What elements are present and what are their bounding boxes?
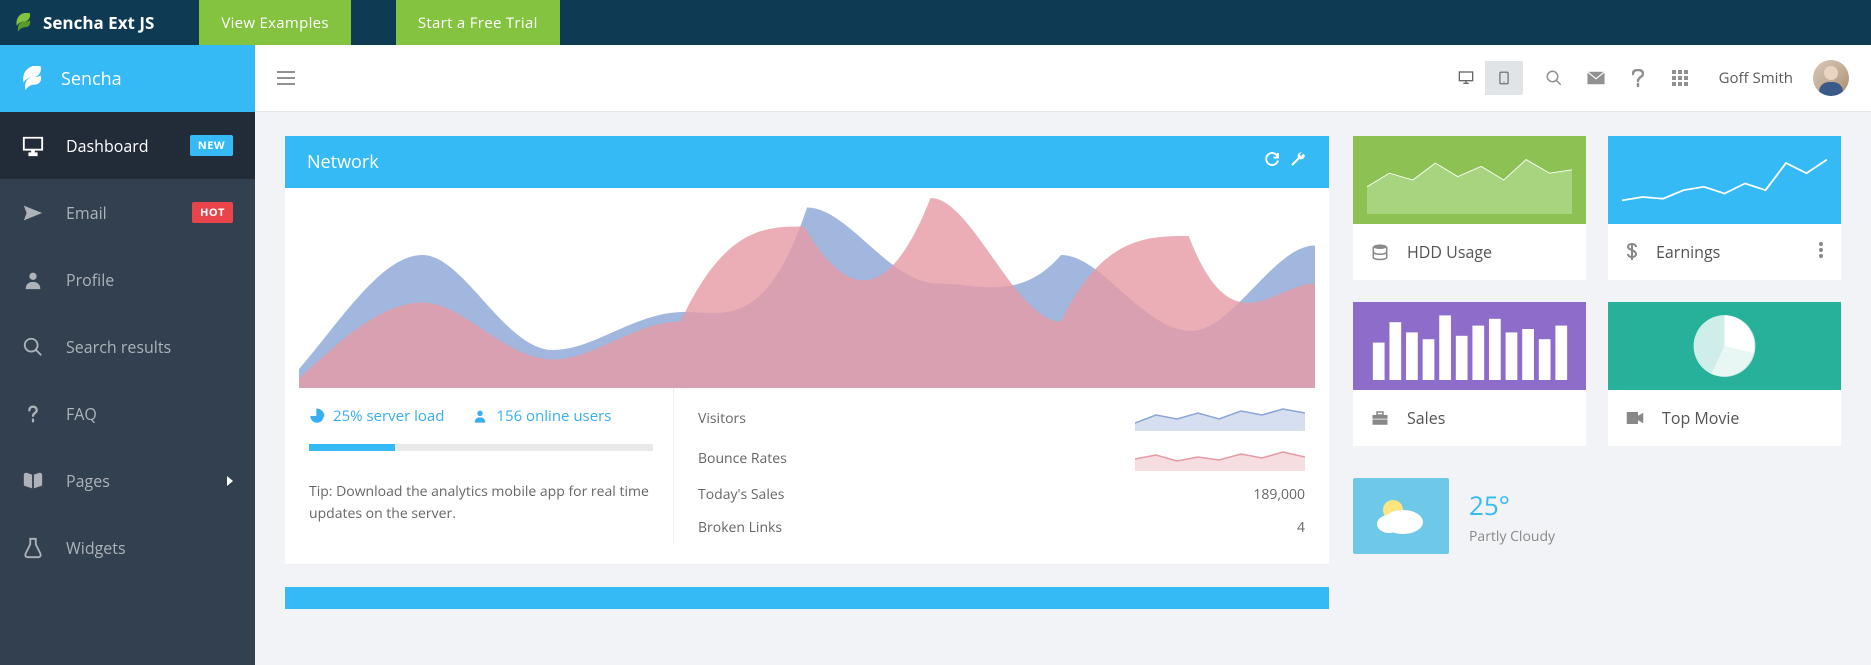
user-avatar[interactable] bbox=[1813, 60, 1849, 96]
mini-card-label: Sales bbox=[1407, 407, 1568, 429]
desktop-view-button[interactable] bbox=[1447, 61, 1485, 95]
topmovie-pie-chart bbox=[1622, 312, 1827, 380]
tip-text: Tip: Download the analytics mobile app f… bbox=[309, 481, 653, 526]
weather-temp: 25° bbox=[1469, 487, 1555, 523]
brand-logo: Sencha Ext JS bbox=[15, 11, 154, 34]
sidebar-item-label: FAQ bbox=[66, 403, 233, 425]
header-help-button[interactable] bbox=[1627, 69, 1649, 87]
user-icon bbox=[22, 269, 44, 291]
mini-card-label: Top Movie bbox=[1662, 407, 1823, 429]
partly-cloudy-icon bbox=[1373, 494, 1429, 538]
sidebar-item-search[interactable]: Search results bbox=[0, 313, 255, 380]
monitor-icon bbox=[22, 135, 44, 157]
mini-card-label: Earnings bbox=[1656, 241, 1801, 263]
dollar-icon bbox=[1626, 243, 1638, 261]
panel-title: Network bbox=[307, 150, 379, 174]
sidebar-item-label: Dashboard bbox=[66, 135, 168, 157]
header: Goff Smith bbox=[255, 45, 1871, 112]
server-load-progress bbox=[309, 444, 653, 451]
weather-icon-box bbox=[1353, 478, 1449, 554]
mini-card-label: HDD Usage bbox=[1407, 241, 1568, 263]
hdd-area-chart bbox=[1367, 146, 1572, 214]
start-trial-button[interactable]: Start a Free Trial bbox=[396, 0, 560, 45]
chevron-right-icon bbox=[227, 476, 233, 486]
sidebar-item-label: Profile bbox=[66, 269, 233, 291]
sidebar-brand-label: Sencha bbox=[61, 67, 122, 91]
badge-new: NEW bbox=[190, 135, 233, 156]
weather-widget: 25° Partly Cloudy bbox=[1353, 468, 1841, 564]
menu-toggle-button[interactable] bbox=[277, 71, 295, 85]
video-icon bbox=[1626, 411, 1644, 425]
earnings-card[interactable]: Earnings bbox=[1608, 136, 1841, 280]
book-icon bbox=[22, 470, 44, 492]
broken-links-row: Broken Links 4 bbox=[698, 511, 1305, 544]
sales-card[interactable]: Sales bbox=[1353, 302, 1586, 446]
earnings-line-chart bbox=[1622, 146, 1827, 214]
server-load: 25% server load bbox=[309, 406, 444, 426]
network-panel-header: Network bbox=[285, 136, 1329, 188]
header-apps-button[interactable] bbox=[1669, 70, 1691, 86]
search-icon bbox=[22, 336, 44, 358]
database-icon bbox=[1371, 243, 1389, 261]
header-search-button[interactable] bbox=[1543, 69, 1565, 87]
topbar: Sencha Ext JS View Examples Start a Free… bbox=[0, 0, 1871, 45]
tablet-icon bbox=[1497, 69, 1511, 87]
grid-icon bbox=[1672, 70, 1688, 86]
sidebar-item-widgets[interactable]: Widgets bbox=[0, 514, 255, 581]
online-users: 156 online users bbox=[472, 406, 611, 426]
desktop-icon bbox=[1457, 70, 1475, 86]
bounce-row: Bounce Rates bbox=[698, 438, 1305, 478]
search-icon bbox=[1545, 69, 1563, 87]
sales-bar-chart bbox=[1367, 312, 1572, 380]
network-panel: Network bbox=[285, 136, 1329, 565]
question-icon bbox=[1632, 69, 1644, 87]
username-label: Goff Smith bbox=[1719, 68, 1793, 88]
sidebar-item-label: Pages bbox=[66, 470, 205, 492]
header-mail-button[interactable] bbox=[1585, 71, 1607, 85]
sidebar-item-profile[interactable]: Profile bbox=[0, 246, 255, 313]
sencha-leaf-icon bbox=[20, 66, 46, 92]
pie-chart-icon bbox=[309, 408, 325, 424]
refresh-icon bbox=[1263, 150, 1281, 168]
sidebar-brand[interactable]: Sencha bbox=[0, 45, 255, 112]
more-menu-button[interactable] bbox=[1819, 241, 1823, 263]
brand-text: Sencha Ext JS bbox=[43, 11, 154, 34]
sencha-leaf-icon bbox=[15, 13, 33, 33]
tablet-view-button[interactable] bbox=[1485, 61, 1523, 95]
spacer-bar bbox=[285, 587, 1329, 609]
user-icon bbox=[472, 408, 488, 424]
sidebar-item-label: Widgets bbox=[66, 537, 233, 559]
view-examples-button[interactable]: View Examples bbox=[199, 0, 351, 45]
sidebar: Sencha Dashboard NEW Email HOT Profile S… bbox=[0, 45, 255, 665]
bars-icon bbox=[277, 71, 295, 85]
topmovie-card[interactable]: Top Movie bbox=[1608, 302, 1841, 446]
badge-hot: HOT bbox=[192, 202, 233, 223]
envelope-icon bbox=[1586, 71, 1606, 85]
visitors-row: Visitors bbox=[698, 398, 1305, 438]
dots-vertical-icon bbox=[1819, 242, 1823, 258]
wrench-icon bbox=[1289, 150, 1307, 168]
sidebar-item-label: Email bbox=[66, 202, 170, 224]
sidebar-item-email[interactable]: Email HOT bbox=[0, 179, 255, 246]
weather-desc: Partly Cloudy bbox=[1469, 527, 1555, 546]
question-icon bbox=[22, 403, 44, 425]
settings-button[interactable] bbox=[1289, 150, 1307, 174]
send-icon bbox=[22, 202, 44, 224]
hdd-card[interactable]: HDD Usage bbox=[1353, 136, 1586, 280]
briefcase-icon bbox=[1371, 410, 1389, 426]
device-toggle bbox=[1447, 61, 1523, 95]
sidebar-item-pages[interactable]: Pages bbox=[0, 447, 255, 514]
sidebar-item-dashboard[interactable]: Dashboard NEW bbox=[0, 112, 255, 179]
sidebar-item-label: Search results bbox=[66, 336, 233, 358]
sales-row: Today's Sales 189,000 bbox=[698, 478, 1305, 511]
visitors-sparkline bbox=[1135, 405, 1305, 431]
bounce-sparkline bbox=[1135, 445, 1305, 471]
network-chart bbox=[285, 188, 1329, 388]
flask-icon bbox=[22, 537, 44, 559]
refresh-button[interactable] bbox=[1263, 150, 1281, 174]
sidebar-item-faq[interactable]: FAQ bbox=[0, 380, 255, 447]
